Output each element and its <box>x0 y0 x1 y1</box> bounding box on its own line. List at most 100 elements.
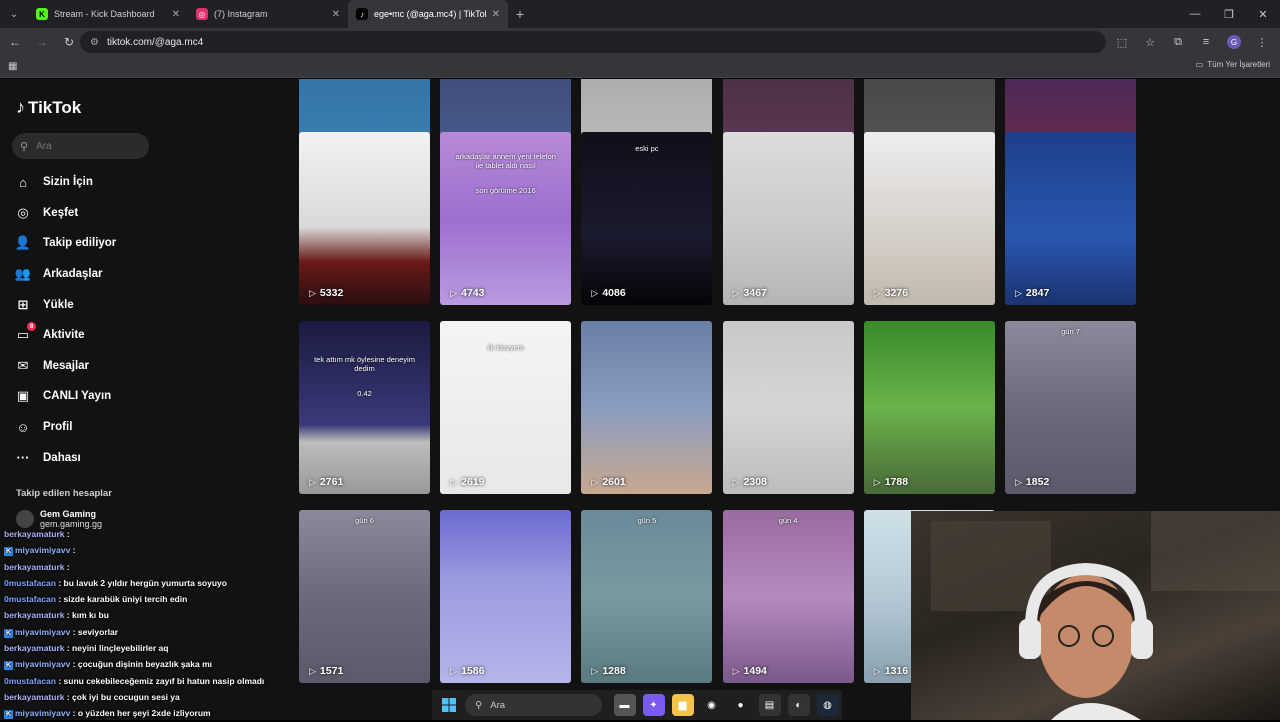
video-tile[interactable]: ▷ 1788 <box>863 321 995 494</box>
minimize-icon[interactable]: — <box>1178 0 1212 28</box>
spotify-icon[interactable]: ● <box>729 694 752 716</box>
chat-text: : çocuğun dişinin beyazlık şaka mı <box>72 659 213 670</box>
browser-tab-bar: ⌄ K Stream - Kick Dashboard ✕ ◎ (7) Insta… <box>0 0 1280 28</box>
browser-toolbar: ← → ↻ ⚙ tiktok.com/@aga.mc4 ⬚ ☆ ⧉ ≡ G ⋮ <box>0 28 1280 56</box>
sidebar-item[interactable]: 👥 Arkadaşlar <box>14 259 116 290</box>
video-caption: gün 5 <box>637 516 657 525</box>
address-bar[interactable]: ⚙ tiktok.com/@aga.mc4 <box>80 31 1106 53</box>
followed-accounts-title: Takip edilen hesaplar <box>16 488 112 499</box>
restore-icon[interactable]: ❐ <box>1212 0 1246 28</box>
chat-username: 0mustafacan <box>4 675 56 686</box>
site-info-icon[interactable]: ⚙ <box>90 37 99 48</box>
video-tile[interactable]: gün 5 ▷ 1288 <box>581 510 713 683</box>
play-icon: ▷ <box>450 665 458 676</box>
video-caption: gün 4 <box>778 516 798 525</box>
bookmark-star-icon[interactable]: ☆ <box>1138 30 1162 54</box>
close-tab-icon[interactable]: ✕ <box>332 9 340 20</box>
chat-message: berkayamaturk : çok iyi bu cocugun sesi … <box>4 689 424 705</box>
all-bookmarks-button[interactable]: ▭ Tüm Yer İşaretleri <box>1196 60 1270 69</box>
chat-text: : bu lavuk 2 yıldır hergün yumurta soyuy… <box>58 577 227 588</box>
sidebar-item[interactable]: ▭ 8 Aktivite <box>14 320 116 351</box>
browser-menu-icon[interactable]: ⋮ <box>1250 30 1274 54</box>
view-count: ▷ 2847 <box>1015 287 1050 299</box>
chat-message: berkayamaturk : neyini linçleyebilirler … <box>4 640 424 656</box>
sidebar-item[interactable]: ⊞ Yükle <box>14 289 116 320</box>
view-count: ▷ 3467 <box>732 287 767 299</box>
chat-text: : seviyorlar <box>72 626 119 637</box>
play-icon: ▷ <box>309 476 316 487</box>
back-icon[interactable]: ← <box>3 30 27 54</box>
video-tile[interactable]: ▷ 5332 <box>299 132 430 305</box>
forward-icon[interactable]: → <box>30 30 54 54</box>
close-tab-icon[interactable]: ✕ <box>172 9 180 20</box>
play-icon: ▷ <box>1015 476 1022 487</box>
tab-search-icon[interactable]: ⌄ <box>0 0 28 28</box>
chat-text: : <box>66 561 70 572</box>
compass-icon: ◎ <box>17 204 29 220</box>
apps-grid-icon[interactable]: ▦ <box>8 61 17 72</box>
obs-icon[interactable]: ◐ <box>787 694 810 716</box>
video-tile[interactable]: eski pc ▷ 4086 <box>581 132 713 305</box>
upload-icon: ⊞ <box>17 296 29 312</box>
sidebar-item-label: Arkadaşlar <box>43 268 103 281</box>
view-count: ▷ 3276 <box>873 287 909 299</box>
video-tile[interactable]: tek attım mk öylesine deneyim dedim 0.42 ▷… <box>299 321 430 494</box>
video-tile[interactable]: ▷ 1586 <box>440 510 572 683</box>
search-box[interactable]: ⚲ <box>12 133 149 159</box>
tiktok-logo[interactable]: ♪ TikTok <box>16 97 81 118</box>
folder-icon[interactable]: ▆ <box>671 694 694 716</box>
video-tile[interactable]: arkadaşlar annem yeni telefon ile tablet… <box>440 132 572 305</box>
video-tile[interactable]: ▷ 3467 <box>722 132 854 305</box>
video-tile[interactable]: ilk klavyem ▷ 2619 <box>440 321 572 494</box>
chat-text: : çok iyi bu cocugun sesi ya <box>66 691 180 702</box>
sidebar-item[interactable]: ··· Dahası <box>14 442 116 473</box>
copilot-icon[interactable]: ✦ <box>642 694 665 716</box>
extensions-icon[interactable]: ⧉ <box>1166 30 1190 54</box>
profile-icon: ☺ <box>16 419 30 435</box>
tiktok-note-icon: ♪ <box>16 97 25 117</box>
video-tile[interactable]: gün 7 ▷ 1852 <box>1005 321 1136 494</box>
close-window-icon[interactable]: ✕ <box>1246 0 1280 28</box>
sidebar-item[interactable]: ⌂ Sizin İçin <box>14 167 116 198</box>
video-tile[interactable]: gün 4 ▷ 1494 <box>722 510 854 683</box>
video-tile[interactable]: ▷ 2601 <box>581 321 713 494</box>
instagram-icon: ◎ <box>196 8 208 20</box>
close-tab-icon[interactable]: ✕ <box>492 9 500 20</box>
video-tile[interactable]: ▷ 2308 <box>722 321 854 494</box>
new-tab-button[interactable]: + <box>508 6 532 22</box>
steam-icon[interactable]: ◍ <box>816 694 839 716</box>
windows-start-icon[interactable] <box>438 694 460 716</box>
tab-list-icon[interactable]: ≡ <box>1194 30 1218 54</box>
browser-tab[interactable]: ◎ (7) Instagram ✕ <box>188 0 348 28</box>
view-count: ▷ 2601 <box>591 476 626 488</box>
sidebar-item[interactable]: 👤 Takip ediliyor <box>14 228 116 259</box>
webcam-overlay <box>911 511 1280 720</box>
sidebar-item[interactable]: ✉ Mesajlar <box>14 351 116 382</box>
profile-avatar[interactable]: G <box>1227 35 1241 49</box>
browser-tab[interactable]: ♪ ege•mc (@aga.mc4) | TikTok ✕ <box>348 0 508 28</box>
chat-username: berkayamaturk <box>4 643 65 654</box>
play-icon: ▷ <box>732 287 740 298</box>
chat-username: berkayamaturk <box>4 691 65 702</box>
video-tile[interactable]: ▷ 3276 <box>863 132 995 305</box>
search-icon: ⚲ <box>475 699 483 711</box>
chat-message: berkayamaturk : kım kı bu <box>4 607 424 623</box>
sidebar-item[interactable]: ▣ CANLI Yayın <box>14 381 116 412</box>
play-icon: ▷ <box>450 287 458 298</box>
play-icon: ▷ <box>450 476 458 487</box>
tab-title: (7) Instagram <box>214 9 268 19</box>
reload-icon[interactable]: ↻ <box>57 30 81 54</box>
browser-tab[interactable]: K Stream - Kick Dashboard ✕ <box>28 0 188 28</box>
view-count: ▷ 1852 <box>1015 476 1050 488</box>
taskbar-search[interactable]: ⚲ Ara <box>465 694 602 716</box>
webcam-person <box>931 511 1280 720</box>
search-input[interactable] <box>36 140 137 152</box>
install-app-icon[interactable]: ⬚ <box>1110 30 1134 54</box>
store-icon[interactable]: ▤ <box>758 694 781 716</box>
sidebar-item[interactable]: ◎ Keşfet <box>14 198 116 229</box>
video-tile[interactable]: ▷ 2847 <box>1005 132 1136 305</box>
chrome-icon[interactable]: ◉ <box>700 694 723 716</box>
sidebar-item[interactable]: ☺ Profil <box>14 412 116 443</box>
chat-username: berkayamaturk <box>4 610 65 621</box>
file-explorer-icon[interactable]: ▬ <box>613 694 636 716</box>
